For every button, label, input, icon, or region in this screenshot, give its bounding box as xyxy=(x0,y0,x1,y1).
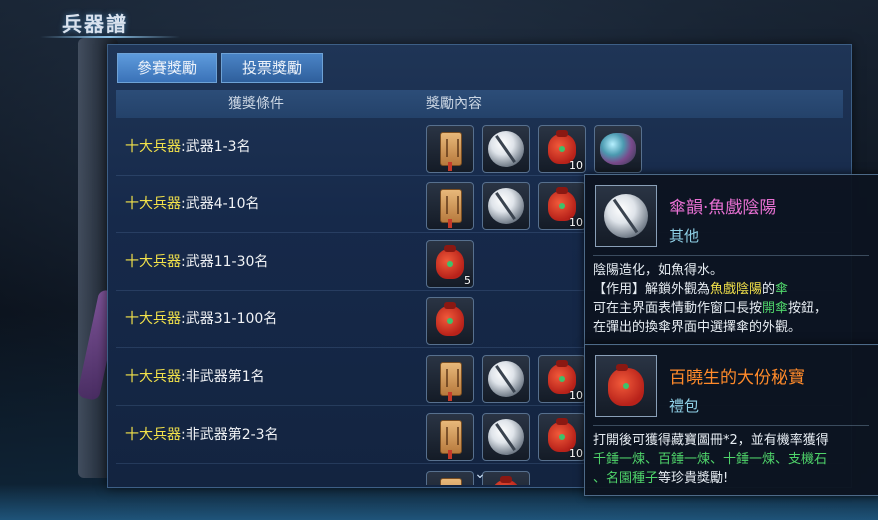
token-icon[interactable] xyxy=(426,355,474,403)
row-condition: 十大兵器:非武器第1名 xyxy=(125,369,265,385)
table-header: 獲獎條件 獎勵內容 xyxy=(116,90,843,118)
red-bag-icon xyxy=(595,355,657,417)
row-condition: 十大兵器:非武器第2-3名 xyxy=(125,427,279,443)
item-tooltip-bag: 百曉生的大份秘寶 禮包 打開後可獲得藏寶圖冊*2，並有機率獲得 千錘一煉、百錘一… xyxy=(584,344,878,496)
tab-participation-rewards[interactable]: 參賽獎勵 xyxy=(117,53,217,83)
tooltip-item-type: 其他 xyxy=(669,227,700,245)
tooltip-divider xyxy=(593,425,869,426)
umbrella-icon xyxy=(595,185,657,247)
red-bag-icon[interactable]: 10 xyxy=(538,355,586,403)
red-bag-icon[interactable]: 5 xyxy=(426,240,474,288)
umbrella-icon[interactable] xyxy=(482,413,530,461)
page-title: 兵器譜 xyxy=(62,12,128,36)
header-reward: 獎勵內容 xyxy=(426,96,482,112)
tooltip-description: 打開後可獲得藏寶圖冊*2，並有機率獲得 千錘一煉、百錘一煉、十錘一煉、支機石 、… xyxy=(593,433,829,486)
umbrella-icon[interactable] xyxy=(482,125,530,173)
item-tooltip-umbrella: 傘韻·魚戲陰陽 其他 陰陽造化，如魚得水。 【作用】解鎖外觀為魚戲陰陽的傘 可在… xyxy=(584,174,878,346)
row-condition: 十大兵器:武器4-10名 xyxy=(125,196,260,212)
umbrella-icon[interactable] xyxy=(482,182,530,230)
token-icon[interactable] xyxy=(426,182,474,230)
row-condition: 十大兵器:武器31-100名 xyxy=(125,311,278,327)
table-row: 十大兵器:武器1-3名 10 xyxy=(116,119,843,176)
spirit-stone-icon[interactable] xyxy=(594,125,642,173)
umbrella-icon[interactable] xyxy=(482,355,530,403)
row-condition: 十大兵器:武器1-3名 xyxy=(125,139,251,155)
chevron-down-icon[interactable]: ⌄ xyxy=(470,467,490,481)
header-condition: 獲獎條件 xyxy=(228,96,284,112)
tooltip-divider xyxy=(593,255,869,256)
red-bag-icon[interactable]: 10 xyxy=(538,413,586,461)
token-icon[interactable] xyxy=(426,125,474,173)
tooltip-item-name: 百曉生的大份秘寶 xyxy=(669,368,805,388)
tooltip-description: 陰陽造化，如魚得水。 【作用】解鎖外觀為魚戲陰陽的傘 可在主界面表情動作窗口長按… xyxy=(593,263,828,335)
row-condition: 十大兵器:武器11-30名 xyxy=(125,254,269,270)
tooltip-item-name: 傘韻·魚戲陰陽 xyxy=(669,198,777,218)
red-bag-icon[interactable] xyxy=(426,297,474,345)
red-bag-icon[interactable]: 10 xyxy=(538,182,586,230)
red-bag-icon[interactable]: 10 xyxy=(538,125,586,173)
tooltip-item-type: 禮包 xyxy=(669,397,700,415)
title-underline xyxy=(40,36,180,38)
token-icon[interactable] xyxy=(426,471,474,485)
token-icon[interactable] xyxy=(426,413,474,461)
tab-voting-rewards[interactable]: 投票獎勵 xyxy=(221,53,323,83)
